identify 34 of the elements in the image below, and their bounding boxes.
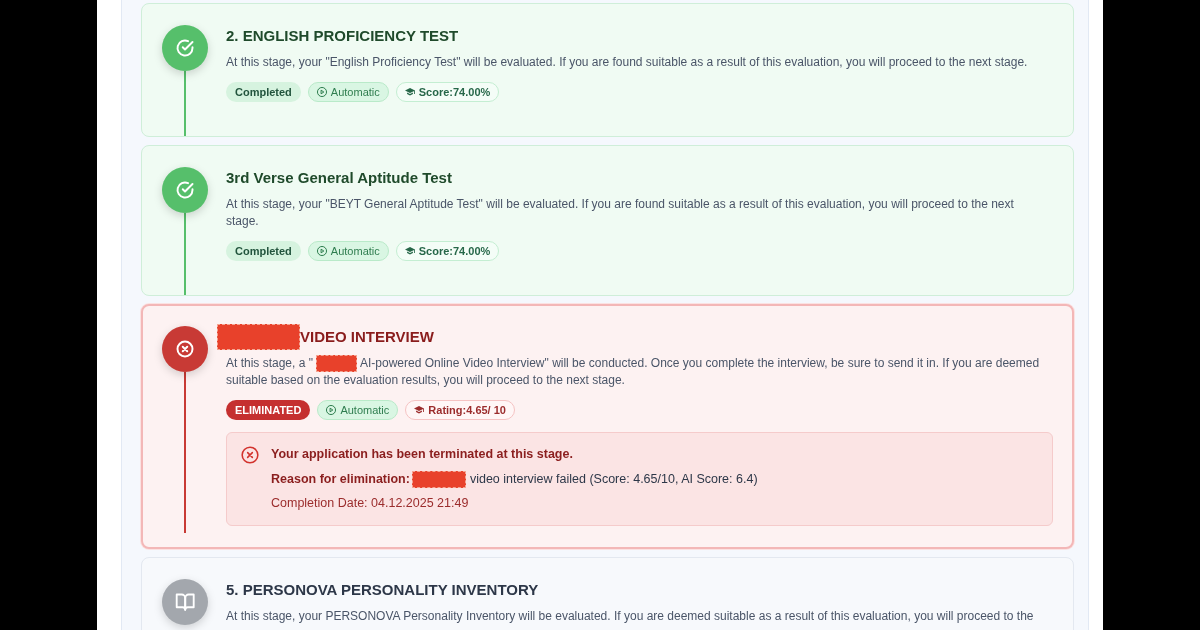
- stage-title: 2. ENGLISH PROFICIENCY TEST: [226, 26, 459, 46]
- status-badge: ELIMINATED: [226, 400, 311, 420]
- graduation-cap-icon: [404, 246, 415, 256]
- stage-description: At this stage, your PERSONOVA Personality Inventory will be evaluated. If you are deemed suitable as a result of this evaluation, you will proceed to the: [226, 608, 1034, 625]
- stage-title: 3rd Verse General Aptitude Test: [226, 168, 452, 188]
- stage-description: At this stage, a ": [226, 355, 313, 372]
- book-icon: [162, 579, 208, 625]
- stage-description: At this stage, your "English Proficiency Test" will be evaluated. If you are found suitable as a result of this evaluation, you will proceed to the next stage.: [226, 54, 1028, 71]
- stage-description: At this stage, your "BEYT General Aptitude Test" will be evaluated. If you are found suitable as a result of this evaluation, you will proceed to the next stage.: [226, 196, 1015, 230]
- alert-heading: Your application has been terminated at this stage.: [271, 446, 574, 463]
- stage-title: 5. PERSONOVA PERSONALITY INVENTORY: [226, 580, 539, 600]
- mode-label: Automatic: [340, 403, 390, 418]
- mode-label: Automatic: [330, 244, 380, 259]
- graduation-cap-icon: [404, 87, 415, 97]
- completion-date: Completion Date: 04.12.2025 21:49: [271, 495, 470, 512]
- redaction-block: [316, 355, 357, 372]
- stage-title: VIDEO INTERVIEW: [300, 327, 434, 347]
- check-circle-icon: [162, 167, 208, 213]
- score-label: Score:74.00%: [418, 85, 491, 100]
- graduation-cap-icon: [414, 405, 425, 415]
- redaction-block: [411, 471, 466, 488]
- status-badge: Completed: [226, 241, 301, 261]
- reason-text: video interview failed (Score: 4.65/10, AI Score: 6.4): [468, 471, 758, 488]
- status-badge: Completed: [226, 82, 301, 102]
- x-circle-icon: [241, 446, 259, 464]
- mode-label: Automatic: [330, 85, 380, 100]
- stage-description: AI-powered Online Video Interview" will be conducted. Once you complete the interview, be sure to send it in. If you are deemed: [360, 355, 1040, 372]
- x-circle-icon: [162, 326, 208, 372]
- timeline-connector: [184, 71, 186, 136]
- score-label: Score:74.00%: [418, 244, 491, 259]
- score-label: Rating:4.65/ 10: [428, 403, 506, 418]
- check-circle-icon: [162, 25, 208, 71]
- reason-label: Reason for elimination:: [271, 471, 410, 488]
- stage-description: suitable based on the evaluation results, you will proceed to the next stage.: [226, 372, 625, 389]
